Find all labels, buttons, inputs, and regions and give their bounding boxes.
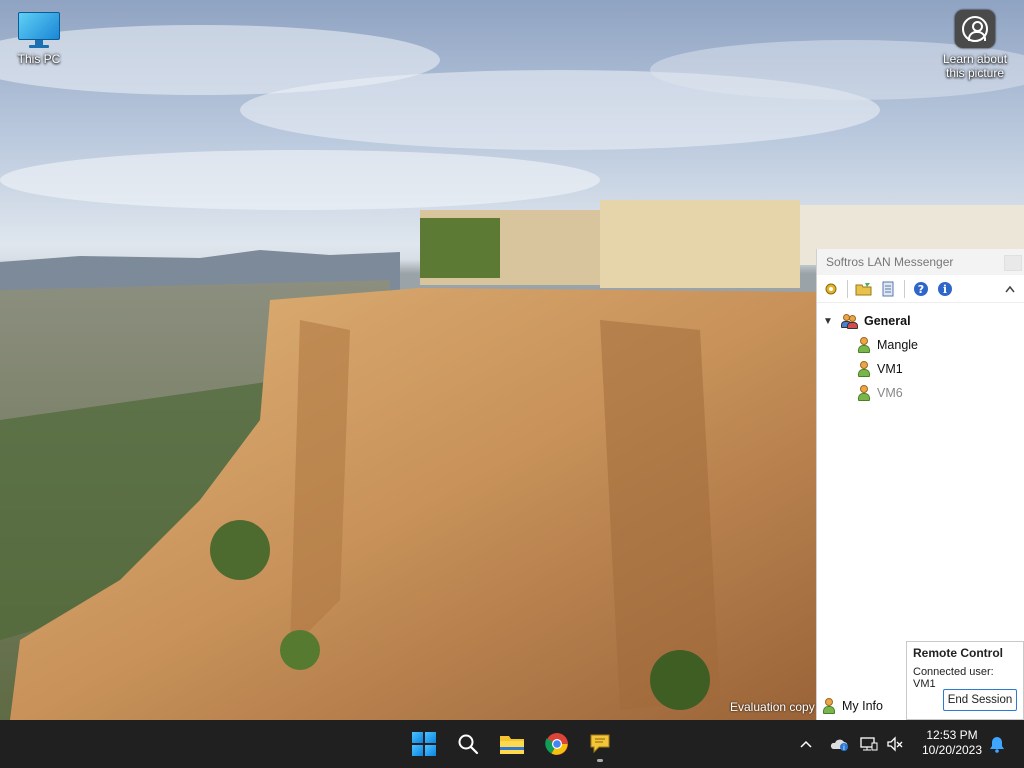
clock-time: 12:53 PM bbox=[926, 728, 978, 742]
messenger-titlebar[interactable]: Softros LAN Messenger bbox=[817, 249, 1024, 275]
my-info-button[interactable]: My Info bbox=[822, 698, 883, 714]
taskbar: i 12:53 PM 10/20/2023 bbox=[0, 720, 1024, 768]
messenger-toolbar: ? i bbox=[817, 275, 1024, 303]
info-icon[interactable]: i bbox=[935, 279, 955, 299]
svg-text:i: i bbox=[843, 744, 845, 752]
system-clock[interactable]: 12:53 PM 10/20/2023 bbox=[914, 728, 990, 758]
group-label: General bbox=[864, 314, 911, 328]
settings-gear-icon[interactable] bbox=[821, 279, 841, 299]
learn-picture-icon bbox=[955, 10, 995, 48]
network-icon[interactable] bbox=[858, 732, 880, 756]
contacts-tree: ▼ General Mangle VM1 VM6 bbox=[817, 303, 1024, 405]
tree-user-mangle[interactable]: Mangle bbox=[817, 333, 1024, 357]
end-session-button[interactable]: End Session bbox=[943, 689, 1017, 711]
user-label: VM6 bbox=[877, 386, 903, 400]
svg-text:?: ? bbox=[918, 283, 924, 296]
softros-messenger-icon[interactable] bbox=[584, 728, 616, 762]
file-explorer-icon[interactable] bbox=[496, 728, 528, 760]
this-pc-label: This PC bbox=[17, 52, 61, 66]
message-history-icon[interactable] bbox=[878, 279, 898, 299]
connected-user-text: Connected user: VM1 bbox=[913, 666, 994, 690]
learn-about-picture-label: Learn about this picture bbox=[942, 52, 1008, 80]
volume-muted-icon[interactable] bbox=[884, 732, 906, 756]
remote-control-title: Remote Control bbox=[913, 646, 1003, 660]
toolbar-separator bbox=[904, 279, 905, 298]
chevron-up-icon[interactable] bbox=[796, 732, 816, 756]
chrome-icon[interactable] bbox=[541, 728, 573, 760]
my-info-label: My Info bbox=[842, 699, 883, 713]
evaluation-copy-watermark: Evaluation copy bbox=[730, 700, 815, 714]
user-icon bbox=[822, 698, 836, 714]
user-label: Mangle bbox=[877, 338, 918, 352]
onedrive-icon[interactable]: i bbox=[828, 732, 850, 756]
window-close-button[interactable] bbox=[1004, 255, 1022, 271]
learn-about-picture-desktop-icon[interactable]: Learn about this picture bbox=[936, 10, 1014, 80]
toolbar-separator bbox=[847, 279, 848, 298]
this-pc-desktop-icon[interactable]: This PC bbox=[0, 10, 78, 66]
windows-start-icon[interactable] bbox=[408, 728, 440, 760]
clock-date: 10/20/2023 bbox=[921, 743, 983, 757]
tree-user-vm6[interactable]: VM6 bbox=[817, 381, 1024, 405]
messenger-title: Softros LAN Messenger bbox=[826, 255, 954, 269]
svg-text:i: i bbox=[943, 283, 947, 296]
user-icon bbox=[857, 361, 871, 377]
user-icon bbox=[857, 337, 871, 353]
user-label: VM1 bbox=[877, 362, 903, 376]
chevron-down-icon[interactable]: ▼ bbox=[823, 316, 835, 327]
group-icon bbox=[841, 313, 859, 329]
search-icon[interactable] bbox=[452, 728, 484, 760]
notification-bell-icon[interactable] bbox=[986, 732, 1008, 756]
chevron-up-icon[interactable] bbox=[1000, 279, 1020, 299]
tree-user-vm1[interactable]: VM1 bbox=[817, 357, 1024, 381]
remote-control-popup: Remote Control Connected user: VM1 End S… bbox=[906, 641, 1024, 720]
tree-group-general[interactable]: ▼ General bbox=[817, 309, 1024, 333]
monitor-icon bbox=[17, 10, 61, 48]
help-icon[interactable]: ? bbox=[911, 279, 931, 299]
open-folder-icon[interactable] bbox=[854, 279, 874, 299]
user-icon bbox=[857, 385, 871, 401]
